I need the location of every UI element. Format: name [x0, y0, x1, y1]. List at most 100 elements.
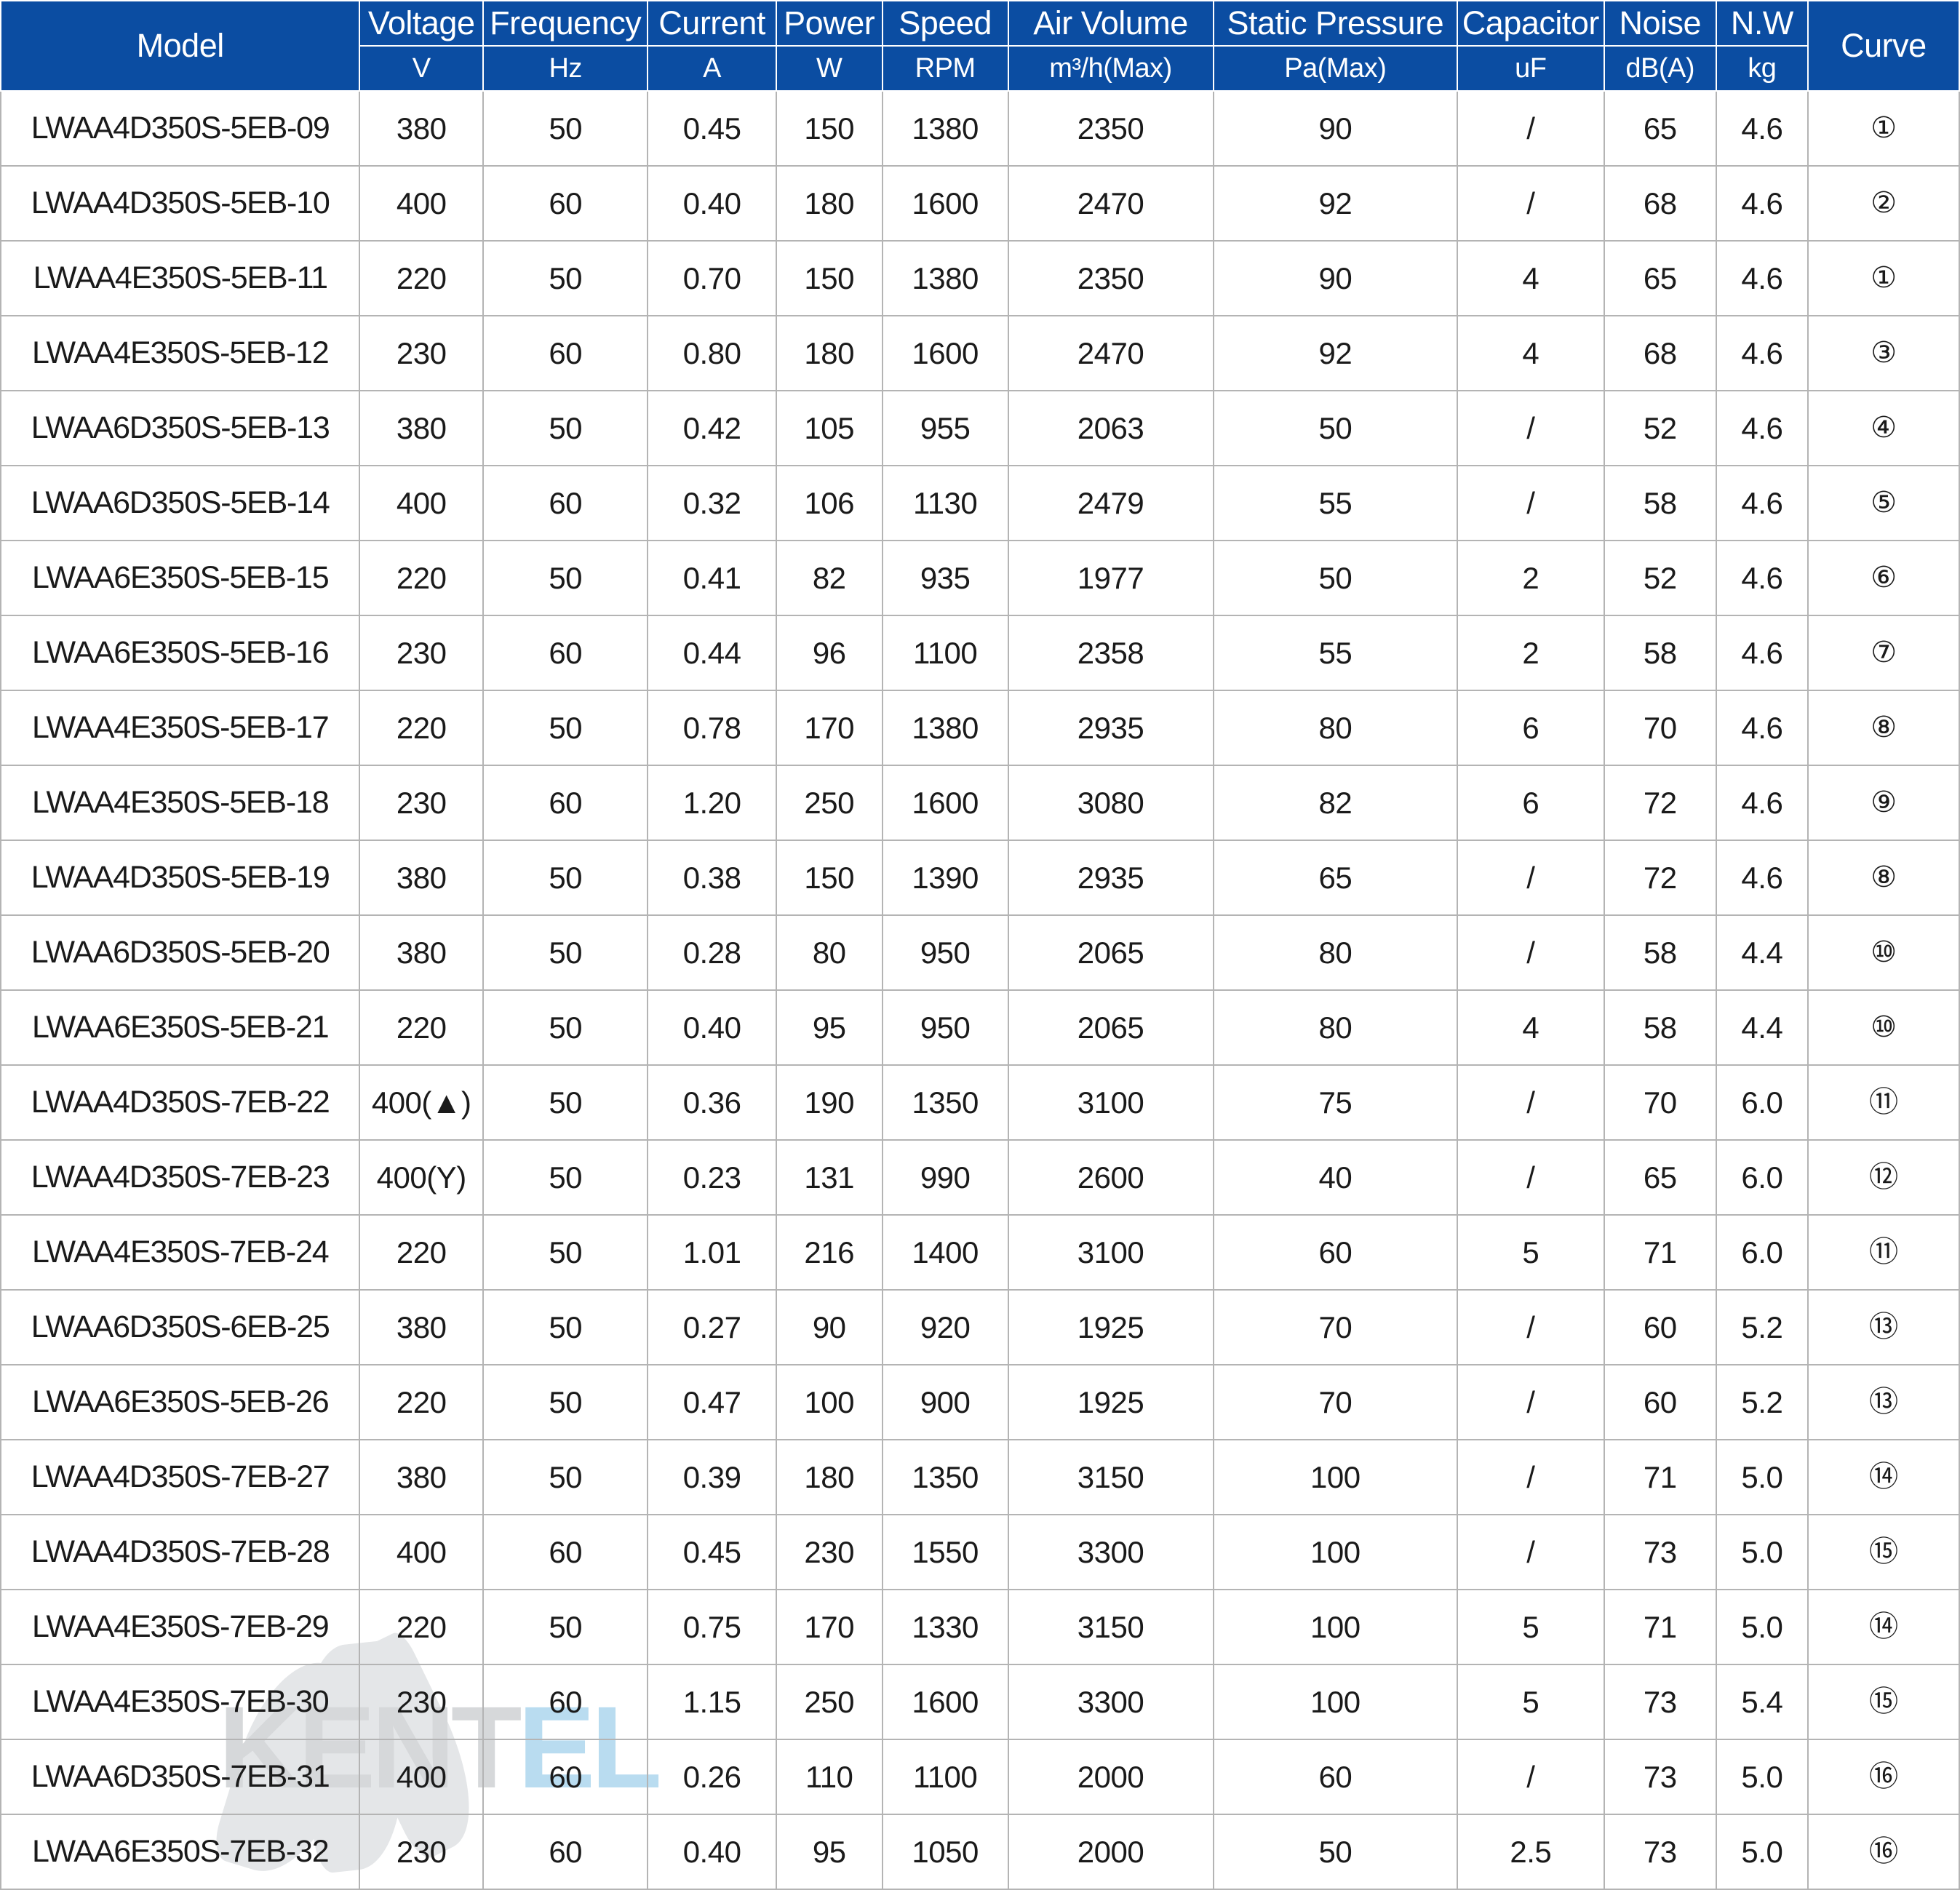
cell-speed: 1350: [881, 1439, 1009, 1515]
cell-speed: 1330: [881, 1589, 1009, 1665]
cell-capacitor: 6: [1457, 690, 1605, 766]
cell-frequency: 50: [482, 914, 649, 991]
cell-curve: ⑩: [1806, 989, 1960, 1066]
cell-voltage: 220: [359, 540, 484, 616]
cell-speed: 1100: [881, 615, 1009, 691]
cell-power: 180: [775, 315, 883, 391]
cell-power: 131: [775, 1139, 883, 1216]
cell-model: LWAA6E350S-7EB-32: [0, 1814, 361, 1890]
cell-capacitor: 5: [1457, 1664, 1605, 1740]
cell-current: 0.26: [647, 1739, 777, 1815]
cell-capacitor: /: [1457, 914, 1605, 991]
cell-frequency: 50: [482, 390, 649, 466]
curve-number-marker: ⑫: [1869, 1161, 1898, 1193]
cell-static-pressure: 55: [1212, 465, 1459, 541]
cell-noise: 65: [1603, 240, 1717, 316]
cell-noise: 71: [1603, 1439, 1717, 1515]
unit-header-nw: kg: [1715, 45, 1809, 92]
unit-header-voltage: V: [359, 45, 484, 92]
cell-capacitor: /: [1457, 1439, 1605, 1515]
column-header-frequency: Frequency: [482, 0, 649, 47]
curve-number-marker: ⑤: [1871, 487, 1897, 519]
curve-number-marker: ①: [1871, 262, 1897, 294]
table-body: LWAA4D350S-5EB-09 380 50 0.45 150 1380 2350 90/…: [0, 90, 1960, 1890]
cell-speed: 1390: [881, 840, 1009, 916]
column-header-static-pressure: Static Pressure: [1212, 0, 1459, 47]
cell-model: LWAA4E350S-5EB-12: [0, 315, 361, 391]
cell-power: 100: [775, 1364, 883, 1440]
cell-power: 95: [775, 1814, 883, 1890]
cell-speed: 935: [881, 540, 1009, 616]
cell-noise: 58: [1603, 465, 1717, 541]
cell-model: LWAA4D350S-7EB-28: [0, 1514, 361, 1590]
table-row: LWAA4E350S-7EB-29 220 50 0.75 170 1330 3150 100…: [0, 1589, 1960, 1665]
cell-air-volume: 2063: [1007, 390, 1214, 466]
cell-noise: 58: [1603, 615, 1717, 691]
cell-static-pressure: 100: [1212, 1514, 1459, 1590]
cell-curve: ⑭: [1806, 1439, 1960, 1515]
cell-model: LWAA6D350S-5EB-20: [0, 914, 361, 991]
cell-static-pressure: 92: [1212, 315, 1459, 391]
cell-voltage: 220: [359, 1364, 484, 1440]
cell-noise: 71: [1603, 1214, 1717, 1291]
cell-power: 95: [775, 989, 883, 1066]
cell-speed: 1600: [881, 315, 1009, 391]
table-row: LWAA4E350S-7EB-24 220 50 1.01 216 1400 3100 60 5…: [0, 1214, 1960, 1291]
cell-curve: ⑬: [1806, 1289, 1960, 1365]
cell-air-volume: 3100: [1007, 1214, 1214, 1291]
cell-static-pressure: 80: [1212, 989, 1459, 1066]
specification-table-container: KENTEL Model Voltage Frequency Current P…: [0, 0, 1960, 1890]
column-header-capacitor: Capacitor: [1457, 0, 1605, 47]
cell-current: 0.78: [647, 690, 777, 766]
cell-static-pressure: 60: [1212, 1739, 1459, 1815]
curve-number-marker: ⑨: [1871, 786, 1897, 818]
cell-noise: 70: [1603, 1064, 1717, 1141]
cell-air-volume: 2600: [1007, 1139, 1214, 1216]
cell-static-pressure: 65: [1212, 840, 1459, 916]
cell-noise: 65: [1603, 90, 1717, 167]
curve-number-marker: ⑧: [1871, 861, 1897, 893]
cell-voltage: 220: [359, 240, 484, 316]
curve-number-marker: ⑭: [1869, 1461, 1898, 1493]
cell-power: 170: [775, 690, 883, 766]
cell-capacitor: /: [1457, 1364, 1605, 1440]
cell-model: LWAA4D350S-5EB-19: [0, 840, 361, 916]
cell-curve: ⑫: [1806, 1139, 1960, 1216]
cell-noise: 73: [1603, 1664, 1717, 1740]
cell-static-pressure: 60: [1212, 1214, 1459, 1291]
cell-model: LWAA4D350S-5EB-09: [0, 90, 361, 167]
cell-model: LWAA6E350S-5EB-26: [0, 1364, 361, 1440]
cell-curve: ⑨: [1806, 765, 1960, 841]
cell-current: 0.80: [647, 315, 777, 391]
cell-nw: 4.6: [1715, 540, 1809, 616]
cell-power: 90: [775, 1289, 883, 1365]
curve-number-marker: ⑬: [1869, 1386, 1898, 1418]
cell-air-volume: 2000: [1007, 1814, 1214, 1890]
cell-capacitor: 4: [1457, 240, 1605, 316]
cell-speed: 1130: [881, 465, 1009, 541]
cell-voltage: 230: [359, 1664, 484, 1740]
cell-power: 150: [775, 90, 883, 167]
table-header: Model Voltage Frequency Current Power Sp…: [0, 0, 1960, 92]
cell-curve: ⑯: [1806, 1739, 1960, 1815]
cell-speed: 1050: [881, 1814, 1009, 1890]
cell-speed: 1600: [881, 165, 1009, 242]
curve-number-marker: ⑯: [1869, 1761, 1898, 1793]
table-row: LWAA4D350S-5EB-09 380 50 0.45 150 1380 2350 90/…: [0, 90, 1960, 167]
column-header-current: Current: [647, 0, 777, 47]
unit-header-speed: RPM: [881, 45, 1009, 92]
cell-power: 250: [775, 765, 883, 841]
cell-static-pressure: 100: [1212, 1589, 1459, 1665]
cell-frequency: 50: [482, 1214, 649, 1291]
cell-static-pressure: 50: [1212, 540, 1459, 616]
cell-noise: 60: [1603, 1364, 1717, 1440]
cell-power: 150: [775, 840, 883, 916]
cell-nw: 4.6: [1715, 90, 1809, 167]
cell-voltage: 230: [359, 1814, 484, 1890]
cell-frequency: 50: [482, 1139, 649, 1216]
cell-speed: 1350: [881, 1064, 1009, 1141]
cell-frequency: 50: [482, 1439, 649, 1515]
cell-speed: 950: [881, 914, 1009, 991]
curve-number-marker: ⑮: [1869, 1686, 1898, 1718]
cell-voltage: 380: [359, 1289, 484, 1365]
